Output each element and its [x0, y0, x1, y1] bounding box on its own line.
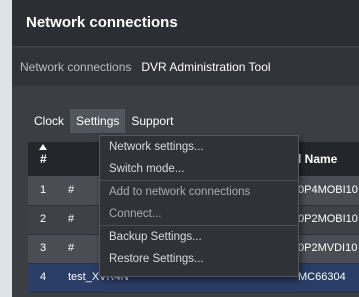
row-model: 0P2MOBI10	[298, 213, 358, 225]
menu-item-add-to-network-connections[interactable]: Add to network connections	[100, 180, 298, 203]
tab-strip: Network connections DVR Administration T…	[12, 48, 359, 86]
menu-item-network-settings[interactable]: Network settings...	[100, 136, 298, 158]
tab-network-connections[interactable]: Network connections	[12, 60, 135, 74]
row-model: 0P4MOBI10	[298, 184, 358, 196]
row-model: MC66304	[298, 271, 346, 283]
row-model: 0P2MVDI10	[298, 242, 358, 254]
menu-item-connect[interactable]: Connect...	[100, 203, 298, 225]
title-bar: Network connections	[12, 0, 359, 46]
row-name: #	[68, 242, 75, 254]
menu-settings[interactable]: Settings	[70, 109, 126, 133]
menu-item-backup-settings[interactable]: Backup Settings...	[100, 225, 298, 248]
column-header-number[interactable]: #	[40, 152, 47, 166]
menu-item-switch-mode[interactable]: Switch mode...	[100, 158, 298, 180]
menu-support[interactable]: Support	[125, 109, 179, 133]
window-title: Network connections	[26, 14, 178, 31]
row-number: 1	[40, 184, 47, 196]
app-window: Network connections Network connections …	[12, 0, 359, 297]
menu-item-restore-settings[interactable]: Restore Settings...	[100, 248, 298, 270]
menu-bar: Clock Settings Support	[28, 108, 179, 134]
row-number: 2	[40, 213, 47, 225]
row-name: #	[68, 184, 75, 196]
menu-clock[interactable]: Clock	[28, 109, 70, 133]
settings-dropdown-menu: Network settings... Switch mode... Add t…	[99, 135, 299, 277]
row-number: 3	[40, 242, 47, 254]
row-name: #	[68, 213, 75, 225]
tab-dvr-administration-tool[interactable]: DVR Administration Tool	[135, 60, 276, 74]
sort-ascending-icon	[39, 144, 47, 150]
row-number: 4	[40, 271, 47, 283]
